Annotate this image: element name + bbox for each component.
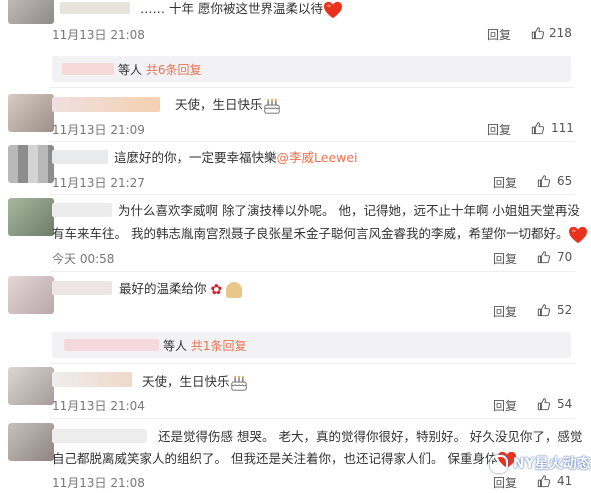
like-icon[interactable] bbox=[537, 174, 551, 188]
timestamp: 今天 00:58 bbox=[52, 252, 115, 266]
username[interactable] bbox=[52, 429, 147, 443]
like-count: 70 bbox=[557, 250, 573, 264]
like-icon[interactable] bbox=[537, 474, 551, 488]
comment-text: 天使，生日快乐 bbox=[142, 373, 248, 392]
avatar[interactable] bbox=[8, 145, 54, 183]
divider bbox=[50, 141, 575, 142]
like-icon[interactable] bbox=[537, 250, 551, 264]
like-count: 111 bbox=[551, 121, 574, 135]
timestamp: 11月13日 21:09 bbox=[52, 123, 145, 137]
like-count: 65 bbox=[557, 174, 573, 188]
comment-text: 這麼好的你，一定要幸福快樂@李威Leewei bbox=[114, 150, 358, 165]
reply-button[interactable]: 回复 bbox=[493, 250, 517, 267]
divider bbox=[50, 87, 575, 88]
reply-button[interactable]: 回复 bbox=[493, 397, 517, 414]
divider bbox=[50, 363, 575, 364]
comment-text-line-2: 自己都脱离威笑家人的组织了。 但我还是关注着你，也还记得家人们。 保重身体 bbox=[52, 450, 517, 469]
reply-button[interactable]: 回复 bbox=[487, 121, 511, 138]
like-icon[interactable] bbox=[531, 121, 545, 135]
like-count: 52 bbox=[557, 303, 573, 317]
comment-text-line-1: 为什么喜欢李威啊 除了演技棒以外呢。 他，记得她，远不止十年啊 小姐姐天堂再没 bbox=[118, 203, 580, 218]
sub-reply-bar[interactable]: 等人 共6条回复 bbox=[52, 56, 571, 82]
birthday-cake-icon bbox=[263, 97, 281, 115]
like-count: 54 bbox=[557, 397, 573, 411]
sub-reply-bar[interactable]: 等人 共1条回复 bbox=[52, 332, 571, 358]
sub-reply-text: 等人 共6条回复 bbox=[118, 63, 202, 77]
replier-names bbox=[64, 339, 159, 351]
heart-icon bbox=[323, 1, 343, 19]
username[interactable] bbox=[52, 372, 132, 387]
heart-icon bbox=[568, 226, 588, 244]
avatar[interactable] bbox=[8, 0, 54, 24]
replier-names bbox=[62, 63, 114, 75]
username[interactable] bbox=[52, 97, 160, 112]
username[interactable] bbox=[52, 150, 108, 164]
comment-text-line-2: 有车来车往。 我的韩志胤南宫烈聂子良张星禾金子聪何言风金睿我的李威，希望你一切都… bbox=[52, 225, 588, 244]
reply-button[interactable]: 回复 bbox=[493, 474, 517, 491]
like-icon[interactable] bbox=[537, 303, 551, 317]
divider bbox=[50, 194, 575, 195]
rose-icon: ✿ bbox=[210, 281, 223, 298]
praying-hands-icon bbox=[226, 281, 243, 298]
like-icon[interactable] bbox=[537, 397, 551, 411]
avatar[interactable] bbox=[8, 94, 54, 132]
comment-text: 最好的温柔给你 ✿ bbox=[119, 280, 243, 299]
view-replies-link[interactable]: 共6条回复 bbox=[146, 63, 202, 77]
comment-text: …… 十年 愿你被这世界温柔以待 bbox=[140, 0, 343, 19]
timestamp: 11月13日 21:27 bbox=[52, 176, 145, 190]
divider bbox=[50, 271, 575, 272]
reply-button[interactable]: 回复 bbox=[487, 26, 511, 43]
username[interactable] bbox=[60, 2, 130, 14]
like-count: 218 bbox=[549, 26, 572, 40]
avatar[interactable] bbox=[8, 198, 54, 236]
mention-link[interactable]: @李威Leewei bbox=[277, 150, 358, 165]
timestamp: 11月13日 21:04 bbox=[52, 399, 145, 413]
reply-button[interactable]: 回复 bbox=[493, 174, 517, 191]
reply-button[interactable]: 回复 bbox=[493, 303, 517, 320]
sub-reply-text: 等人 共1条回复 bbox=[163, 339, 247, 353]
view-replies-link[interactable]: 共1条回复 bbox=[191, 339, 247, 353]
comment-text: 天使，生日快乐 bbox=[175, 96, 281, 115]
like-icon[interactable] bbox=[531, 26, 545, 40]
avatar[interactable] bbox=[8, 367, 54, 405]
username[interactable] bbox=[52, 281, 112, 295]
timestamp: 11月13日 21:08 bbox=[52, 476, 145, 490]
comment-text-line-1: 还是觉得伤感 想哭。 老大，真的觉得你很好，特别好。 好久没见你了，感觉 bbox=[158, 429, 583, 444]
watermark-logo-icon bbox=[490, 455, 508, 473]
timestamp: 11月13日 21:08 bbox=[52, 28, 145, 42]
username[interactable] bbox=[52, 203, 112, 217]
birthday-cake-icon bbox=[230, 374, 248, 392]
avatar[interactable] bbox=[8, 423, 54, 461]
divider bbox=[50, 418, 575, 419]
avatar[interactable] bbox=[8, 276, 54, 314]
like-count: 41 bbox=[557, 474, 573, 488]
watermark: NY星火动态 bbox=[490, 453, 591, 473]
